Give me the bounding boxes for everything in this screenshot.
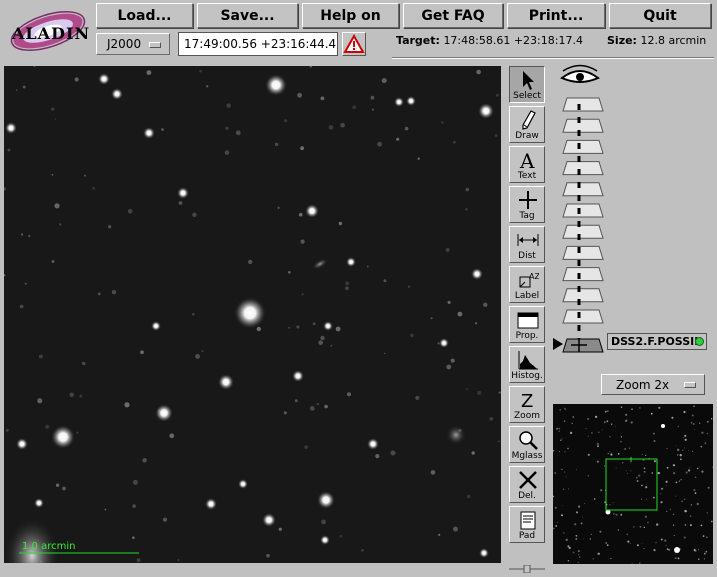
- print-button[interactable]: Print...: [507, 3, 605, 28]
- text-tool-label: Text: [517, 171, 537, 181]
- aladin-logo: ALADIN: [4, 4, 90, 56]
- label-tool-button[interactable]: AZ Label: [509, 266, 545, 303]
- text-tool-button[interactable]: A Text: [509, 146, 545, 183]
- slider-handle-icon: [509, 564, 545, 574]
- target-value: 17:48:58.61 +23:18:17.4: [443, 34, 583, 47]
- mglass-tool-button[interactable]: Mglass: [509, 426, 545, 463]
- crosshair-plus-icon: [519, 191, 537, 209]
- warning-button[interactable]: [342, 32, 366, 56]
- size-info: Size: 12.8 arcmin: [607, 34, 706, 47]
- pad-tool-label: Pad: [518, 531, 536, 541]
- svg-text:Z: Z: [521, 391, 533, 411]
- dropdown-icon: [684, 382, 696, 388]
- prop-tool-label: Prop.: [515, 331, 539, 341]
- tag-tool-button[interactable]: Tag: [509, 186, 545, 223]
- size-label: Size:: [607, 34, 637, 47]
- pad-tool-button[interactable]: Pad: [509, 506, 545, 543]
- info-separator: [392, 57, 714, 59]
- plane-stack[interactable]: [553, 62, 713, 358]
- histog-tool-label: Histog.: [511, 371, 543, 381]
- histogram-icon: [518, 351, 538, 370]
- sky-image: [4, 66, 501, 563]
- distance-arrow-icon: [517, 234, 539, 246]
- tool-slider[interactable]: [509, 558, 545, 574]
- overview-image: [553, 404, 713, 564]
- magnifier-icon: [519, 431, 538, 450]
- select-tool-label: Select: [513, 91, 541, 101]
- svg-text:AZ: AZ: [529, 272, 539, 281]
- coordinates-field[interactable]: 17:49:00.56 +23:16:44.4: [178, 32, 338, 56]
- target-label: Target:: [396, 34, 440, 47]
- get-faq-button[interactable]: Get FAQ: [403, 3, 503, 28]
- dist-tool-button[interactable]: Dist: [509, 226, 545, 263]
- prop-tool-button[interactable]: Prop.: [509, 306, 545, 343]
- sky-image-view[interactable]: 1.0 arcmin: [4, 66, 501, 563]
- select-tool-button[interactable]: Select: [509, 66, 545, 103]
- dist-tool-label: Dist: [518, 251, 536, 261]
- status-led-icon: [695, 337, 704, 346]
- histog-tool-button[interactable]: Histog.: [509, 346, 545, 383]
- label-az-icon: AZ: [519, 272, 539, 288]
- plane-stack-graphic: [553, 64, 604, 353]
- mglass-tool-label: Mglass: [511, 451, 543, 461]
- zoom-tool-label: Zoom: [514, 411, 540, 421]
- quit-button[interactable]: Quit: [609, 3, 711, 28]
- letter-a-icon: A: [519, 149, 535, 171]
- draw-tool-button[interactable]: Draw: [509, 106, 545, 143]
- tag-tool-label: Tag: [519, 211, 535, 221]
- window-properties-icon: [517, 312, 539, 329]
- plane-label-dss2[interactable]: DSS2.F.POSSII: [607, 333, 707, 350]
- draw-tool-label: Draw: [515, 131, 539, 141]
- svg-text:A: A: [519, 149, 535, 171]
- help-button[interactable]: Help on: [302, 3, 399, 28]
- overview-panel[interactable]: [553, 404, 713, 564]
- aladin-logo-graphic: ALADIN: [10, 11, 90, 51]
- arrow-pointer-icon: [523, 71, 534, 90]
- label-tool-label: Label: [514, 291, 540, 301]
- zoom-tool-button[interactable]: Z Zoom: [509, 386, 545, 423]
- frame-select[interactable]: J2000: [96, 33, 170, 55]
- zoom-z-icon: Z: [521, 391, 533, 411]
- pencil-icon: [522, 110, 536, 130]
- delete-tool-label: Del.: [518, 491, 536, 501]
- delete-tool-button[interactable]: Del.: [509, 466, 545, 503]
- zoom-select-value: Zoom 2x: [616, 377, 670, 392]
- zoom-select[interactable]: Zoom 2x: [601, 374, 705, 395]
- eye-icon: [560, 64, 600, 83]
- frame-select-value: J2000: [107, 37, 142, 51]
- target-info: Target: 17:48:58.61 +23:18:17.4: [396, 34, 583, 47]
- warning-triangle-icon: [343, 33, 365, 53]
- size-value: 12.8 arcmin: [640, 34, 707, 47]
- dropdown-icon: [149, 42, 161, 48]
- scale-bar-label: 1.0 arcmin: [22, 541, 76, 552]
- load-button[interactable]: Load...: [96, 3, 193, 28]
- logo-text: ALADIN: [11, 24, 90, 43]
- save-button[interactable]: Save...: [197, 3, 298, 28]
- delete-x-icon: [519, 471, 537, 489]
- notepad-icon: [520, 511, 536, 530]
- plane-name: DSS2.F.POSSII: [611, 335, 699, 348]
